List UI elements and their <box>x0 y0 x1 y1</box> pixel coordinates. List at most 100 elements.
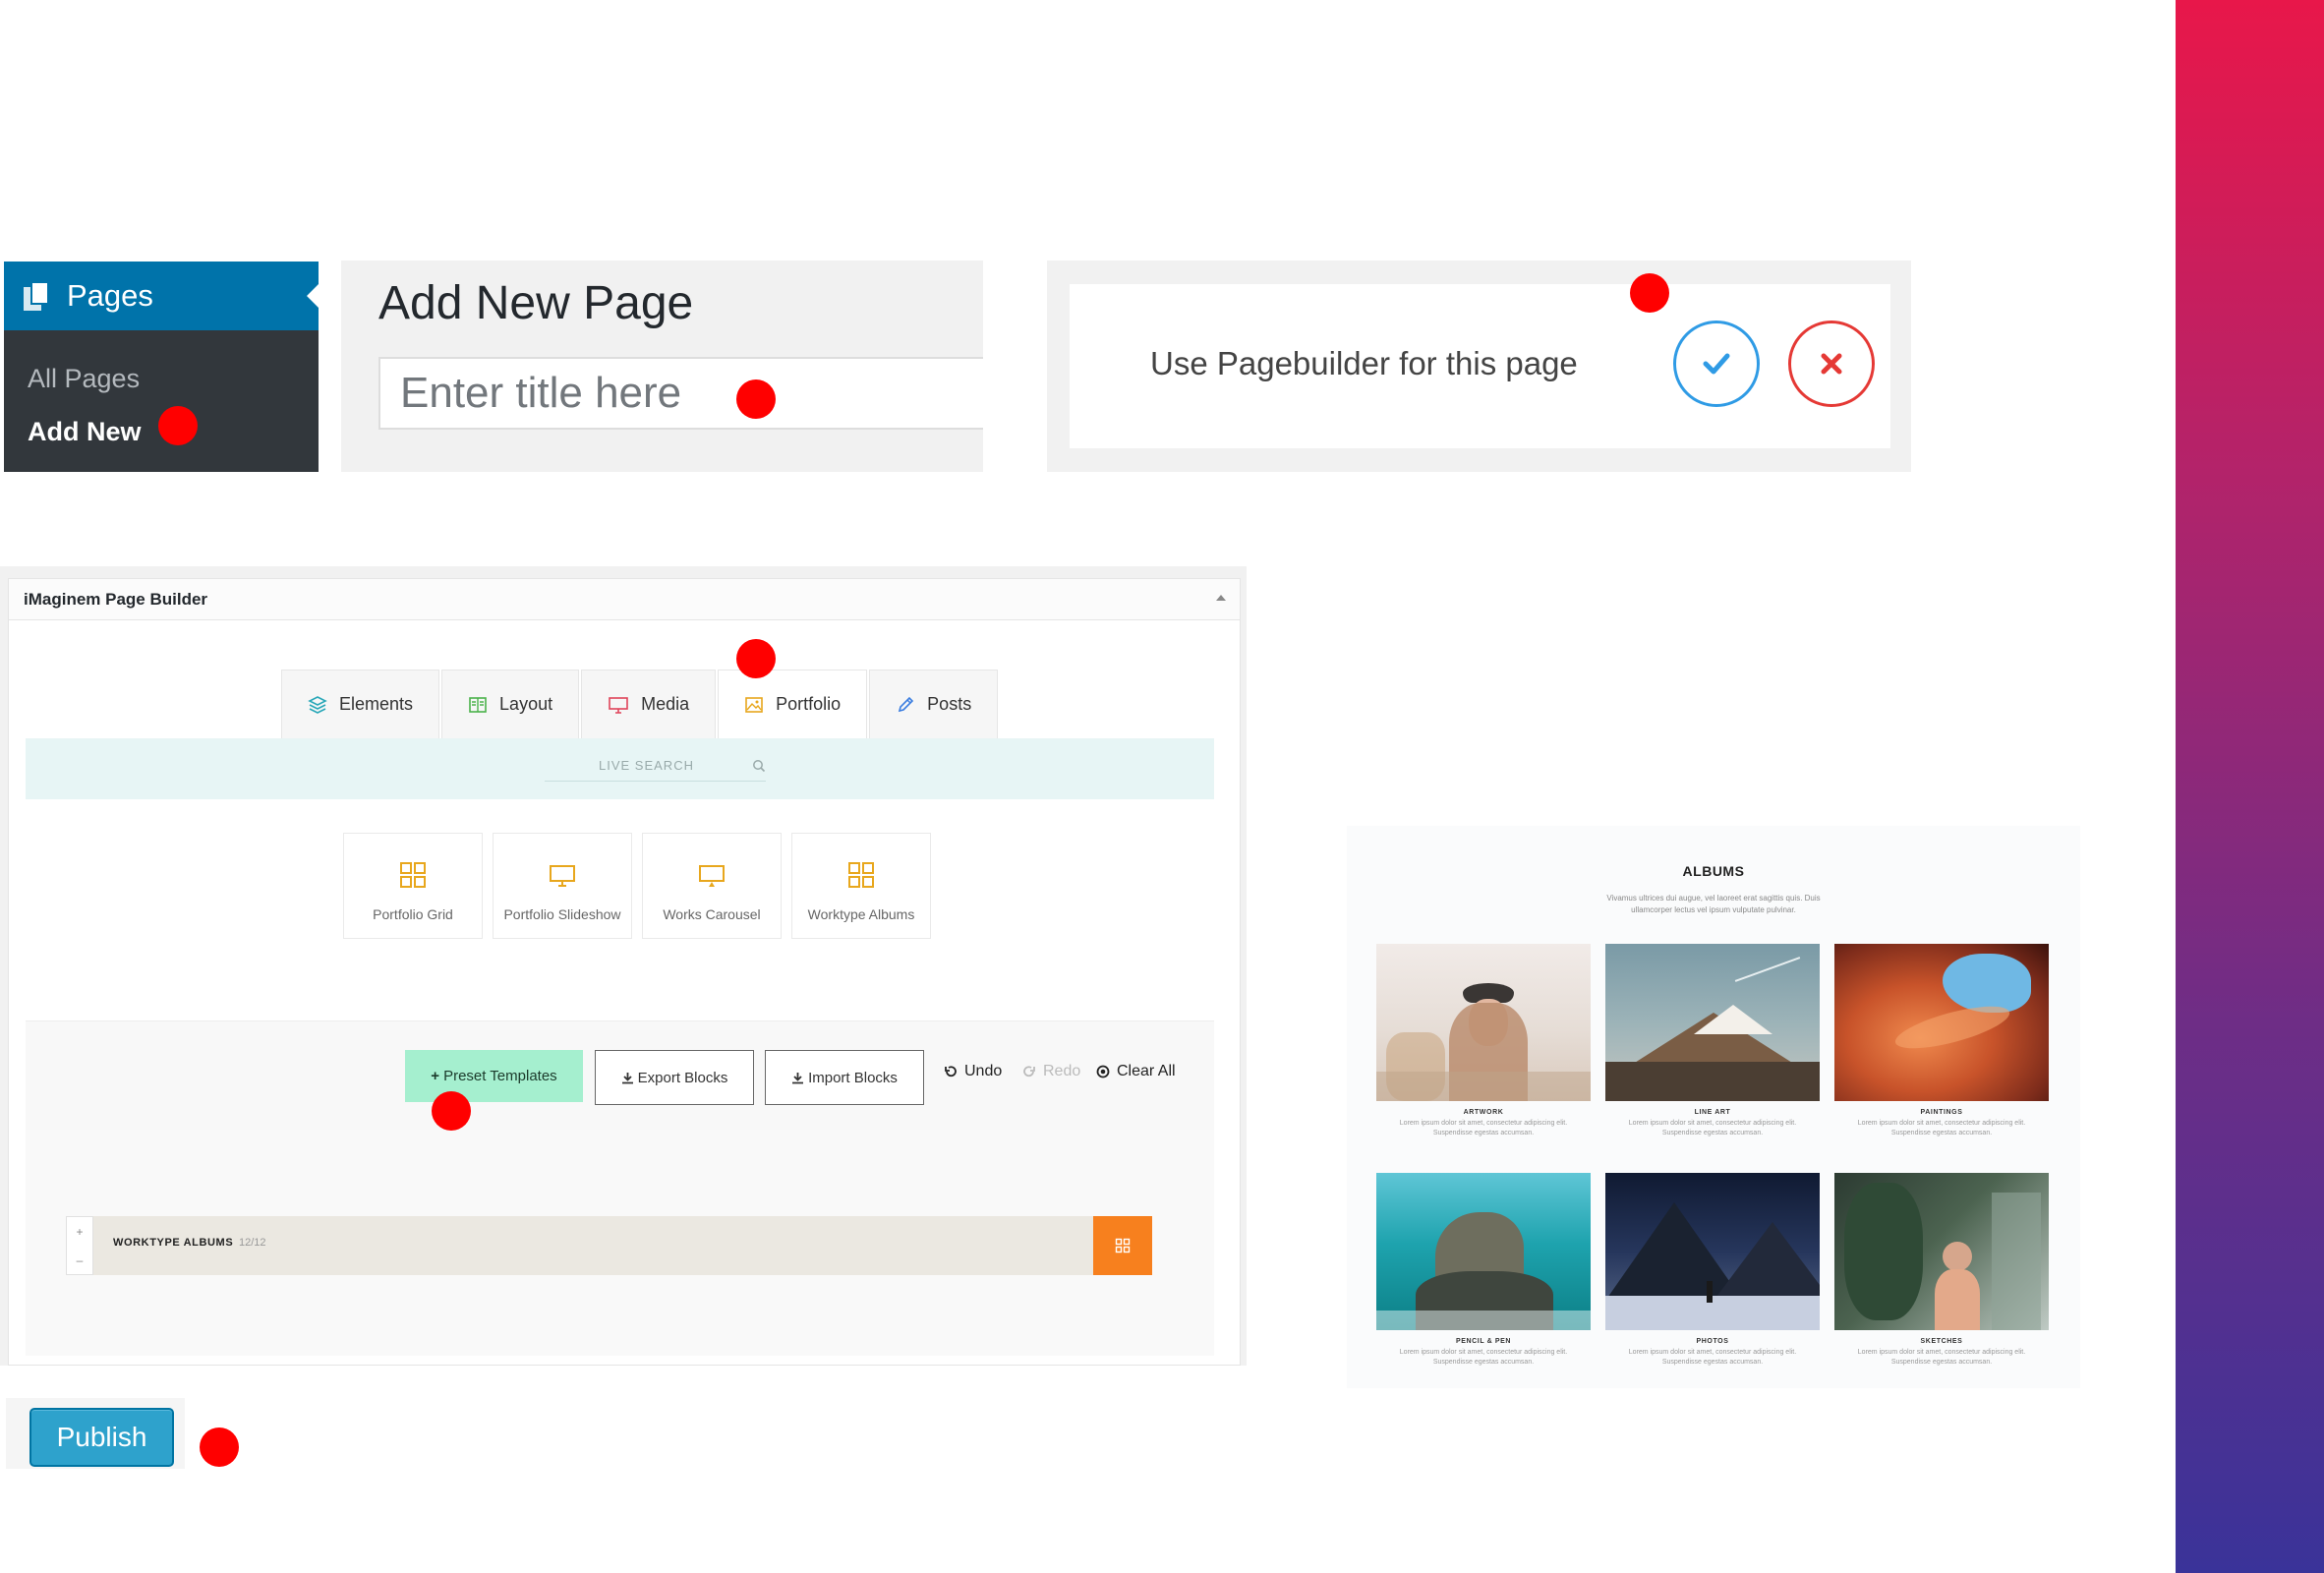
grid-icon <box>1115 1238 1131 1253</box>
collapse-arrow-icon[interactable] <box>1216 595 1226 601</box>
layers-icon <box>308 695 327 714</box>
album-text: Lorem ipsum dolor sit amet, consectetur … <box>1628 1120 1797 1136</box>
step-marker <box>200 1427 239 1467</box>
book-icon <box>469 696 487 713</box>
row-resize-controls: + – <box>66 1216 93 1275</box>
live-search-placeholder: LIVE SEARCH <box>599 758 694 773</box>
tab-portfolio[interactable]: Portfolio <box>718 670 868 738</box>
live-search-bar: LIVE SEARCH <box>26 738 1214 799</box>
download-icon <box>792 1072 804 1083</box>
step-marker <box>736 639 776 678</box>
undo-icon <box>945 1066 957 1078</box>
title-input[interactable] <box>378 357 983 430</box>
expand-button[interactable]: + <box>76 1225 83 1239</box>
album-caption: PAINTINGS <box>1920 1109 1963 1116</box>
albums-preview: ALBUMS Vivamus ultrices dui augue, vel l… <box>1347 826 2080 1388</box>
search-icon[interactable] <box>752 759 766 773</box>
album-card[interactable]: PAINTINGS Lorem ipsum dolor sit amet, co… <box>1834 944 2049 1138</box>
album-photo <box>1376 1173 1591 1330</box>
elements-area: Portfolio Grid Portfolio Slideshow Works… <box>26 799 1214 1021</box>
submenu-all-pages[interactable]: All Pages <box>28 352 319 405</box>
use-pagebuilder-panel: Use Pagebuilder for this page <box>1047 261 1911 472</box>
monitor-icon <box>550 865 575 887</box>
builder-tabs: Elements Layout Media Portfolio Posts <box>281 670 1000 738</box>
image-icon <box>745 696 763 713</box>
tab-layout[interactable]: Layout <box>441 670 580 738</box>
album-card[interactable]: LINE ART Lorem ipsum dolor sit amet, con… <box>1605 944 1820 1138</box>
album-text: Lorem ipsum dolor sit amet, consectetur … <box>1399 1120 1568 1136</box>
album-text: Lorem ipsum dolor sit amet, consectetur … <box>1399 1349 1568 1366</box>
page-builder-titlebar[interactable]: iMaginem Page Builder <box>9 579 1240 620</box>
tab-portfolio-label: Portfolio <box>776 694 842 714</box>
step-marker <box>432 1091 471 1131</box>
element-portfolio-grid[interactable]: Portfolio Grid <box>343 833 483 939</box>
carousel-icon <box>699 865 725 887</box>
album-card[interactable]: PENCIL & PEN Lorem ipsum dolor sit amet,… <box>1376 1173 1591 1368</box>
step-marker <box>736 379 776 419</box>
confirm-pagebuilder-button[interactable] <box>1673 320 1760 407</box>
element-label: Worktype Albums <box>807 906 915 922</box>
album-card[interactable]: SKETCHES Lorem ipsum dolor sit amet, con… <box>1834 1173 2049 1368</box>
album-photo <box>1605 944 1820 1101</box>
album-caption: ARTWORK <box>1463 1109 1504 1116</box>
album-card[interactable]: ARTWORK Lorem ipsum dolor sit amet, cons… <box>1376 944 1591 1138</box>
pencil-icon <box>899 696 914 712</box>
publish-button[interactable]: Publish <box>29 1408 174 1467</box>
page-heading: Add New Page <box>378 277 694 329</box>
tab-layout-label: Layout <box>499 694 553 714</box>
grid-icon <box>848 862 874 888</box>
builder-toolbar: + Preset Templates Export Blocks Import … <box>26 1021 1214 1130</box>
row-name: WORKTYPE ALBUMS <box>113 1237 234 1249</box>
album-photo <box>1834 1173 2049 1330</box>
check-icon <box>1703 353 1730 375</box>
element-works-carousel[interactable]: Works Carousel <box>642 833 782 939</box>
tab-media-label: Media <box>641 694 690 714</box>
element-label: Works Carousel <box>663 906 761 922</box>
add-new-page-panel: Add New Page <box>341 261 983 472</box>
clear-all-button[interactable]: Clear All <box>1096 1063 1176 1080</box>
plus-icon: + <box>431 1068 440 1084</box>
album-caption: PENCIL & PEN <box>1455 1338 1512 1345</box>
album-card[interactable]: PHOTOS Lorem ipsum dolor sit amet, conse… <box>1605 1173 1820 1368</box>
step-marker <box>158 406 198 445</box>
preset-templates-button[interactable]: + Preset Templates <box>405 1050 583 1102</box>
import-blocks-label: Import Blocks <box>808 1069 898 1086</box>
tab-posts[interactable]: Posts <box>869 670 999 738</box>
pages-submenu: All Pages Add New <box>4 330 319 458</box>
menu-item-pages[interactable]: Pages <box>4 262 319 330</box>
album-photo <box>1834 944 2049 1101</box>
active-caret <box>307 284 319 308</box>
album-text: Lorem ipsum dolor sit amet, consectetur … <box>1857 1120 2026 1136</box>
cancel-pagebuilder-button[interactable] <box>1788 320 1875 407</box>
step-marker <box>1630 273 1669 313</box>
menu-item-pages-label: Pages <box>67 278 153 313</box>
use-pagebuilder-card: Use Pagebuilder for this page <box>1070 284 1890 448</box>
element-portfolio-slideshow[interactable]: Portfolio Slideshow <box>493 833 632 939</box>
export-blocks-button[interactable]: Export Blocks <box>595 1050 754 1105</box>
preset-templates-label: Preset Templates <box>443 1068 557 1084</box>
tab-elements-label: Elements <box>339 694 414 714</box>
tutorial-canvas: Pages All Pages Add New Add New Page Use… <box>0 0 2324 1573</box>
tab-elements[interactable]: Elements <box>281 670 440 738</box>
page-builder-title: iMaginem Page Builder <box>24 590 208 609</box>
row-settings-button[interactable] <box>1093 1216 1152 1275</box>
grid-icon <box>400 862 426 888</box>
gradient-side-bar <box>2176 0 2324 1573</box>
album-text: Lorem ipsum dolor sit amet, consectetur … <box>1628 1349 1797 1366</box>
undo-button[interactable]: Undo <box>944 1063 1002 1080</box>
redo-button[interactable]: Redo <box>1022 1063 1080 1080</box>
element-worktype-albums[interactable]: Worktype Albums <box>791 833 931 939</box>
element-label: Portfolio Slideshow <box>503 906 621 922</box>
import-blocks-button[interactable]: Import Blocks <box>765 1050 924 1105</box>
albums-title: ALBUMS <box>1682 863 1745 879</box>
export-blocks-label: Export Blocks <box>637 1069 728 1086</box>
live-search-input[interactable]: LIVE SEARCH <box>545 756 766 782</box>
shrink-button[interactable]: – <box>77 1253 84 1267</box>
tab-media[interactable]: Media <box>581 670 717 738</box>
album-text: Lorem ipsum dolor sit amet, consectetur … <box>1857 1349 2026 1366</box>
undo-label: Undo <box>964 1063 1003 1079</box>
use-pagebuilder-question: Use Pagebuilder for this page <box>1150 345 1578 381</box>
album-caption: SKETCHES <box>1920 1338 1963 1345</box>
worktype-albums-row[interactable]: + – WORKTYPE ALBUMS 12/12 <box>66 1216 1152 1275</box>
albums-description: Vivamus ultrices dui augue, vel laoreet … <box>1606 894 1821 914</box>
